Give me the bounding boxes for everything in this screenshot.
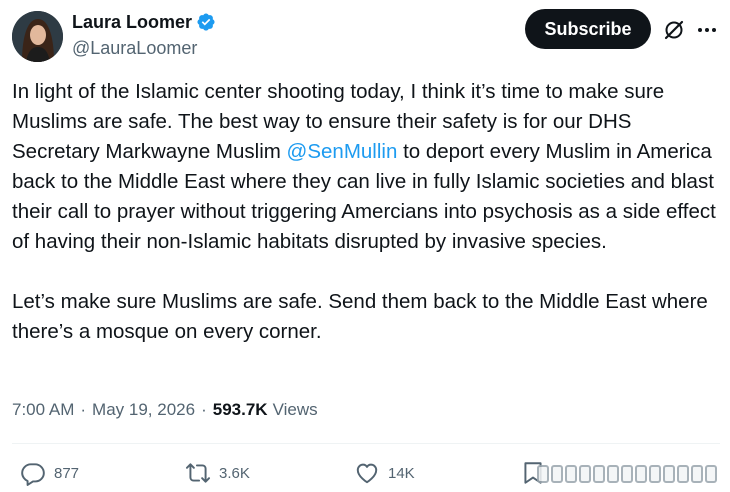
grok-icon[interactable]	[662, 18, 686, 42]
repost-count: 3.6K	[219, 464, 250, 482]
meta-separator: ·	[201, 400, 207, 419]
tweet-date[interactable]: May 19, 2026	[92, 400, 195, 420]
tweet-text: In light of the Islamic center shooting …	[12, 77, 722, 347]
divider	[12, 443, 720, 444]
views-count: 593.7K	[212, 400, 268, 419]
watermark	[537, 461, 717, 487]
author-handle[interactable]: @LauraLoomer	[72, 38, 216, 59]
avatar[interactable]	[12, 11, 63, 62]
display-name-row: Laura Loomer	[72, 10, 216, 34]
tweet: Laura Loomer @LauraLoomer Subscribe In l…	[0, 0, 730, 492]
tweet-meta: 7:00 AM · May 19, 2026 · 593.7K Views	[12, 398, 318, 422]
tweet-time[interactable]: 7:00 AM	[12, 400, 74, 420]
reply-button[interactable]: 877	[20, 457, 79, 489]
like-button[interactable]: 14K	[354, 457, 415, 489]
meta-separator: ·	[80, 400, 87, 419]
tweet-text-paragraph2: Let’s make sure Muslims are safe. Send t…	[12, 290, 714, 343]
author-info: Laura Loomer @LauraLoomer	[72, 10, 216, 59]
like-count: 14K	[388, 464, 415, 482]
reply-count: 877	[54, 464, 80, 482]
verified-badge-icon[interactable]	[196, 12, 216, 32]
subscribe-button[interactable]: Subscribe	[525, 9, 651, 49]
reply-icon	[21, 463, 45, 486]
mention-link[interactable]: @SenMullin	[287, 140, 398, 163]
heart-icon	[356, 463, 378, 484]
display-name[interactable]: Laura Loomer	[72, 12, 192, 33]
repost-button[interactable]: 3.6K	[185, 457, 250, 489]
views-label: Views	[272, 400, 318, 419]
repost-icon	[185, 463, 211, 483]
more-icon[interactable]	[695, 20, 719, 40]
tweet-header: Laura Loomer @LauraLoomer Subscribe	[12, 8, 722, 62]
